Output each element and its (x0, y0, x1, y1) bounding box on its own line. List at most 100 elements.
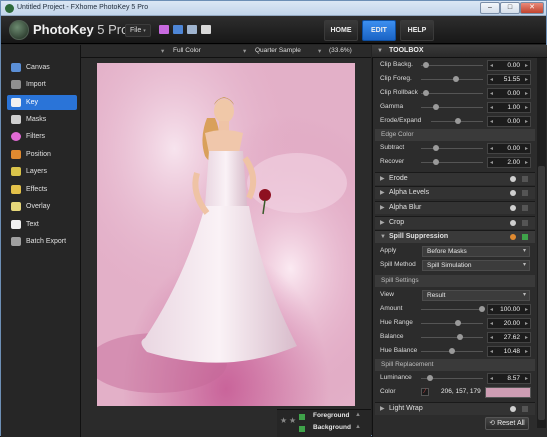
slider-track[interactable] (421, 107, 483, 108)
chevron-right-icon[interactable]: ▸ (525, 334, 528, 341)
value-field[interactable]: ◂ 0.00 ▸ (487, 143, 531, 154)
chevron-left-icon[interactable]: ◂ (490, 104, 493, 111)
new-project-icon[interactable] (159, 25, 169, 34)
sidebar-item-filters[interactable]: Filters (7, 129, 77, 144)
value-field[interactable]: ◂ 0.00 ▸ (487, 88, 531, 99)
view-select[interactable]: Result ▾ (422, 290, 530, 301)
zoom-level[interactable]: (33.6%) (329, 47, 352, 54)
chevron-right-icon[interactable]: ▸ (525, 118, 528, 125)
chevron-right-icon[interactable]: ▸ (525, 90, 528, 97)
sidebar-item-canvas[interactable]: Canvas (7, 60, 77, 75)
enable-checkbox[interactable] (522, 176, 528, 182)
open-project-icon[interactable] (173, 25, 183, 34)
value-field[interactable]: ◂ 1.00 ▸ (487, 102, 531, 113)
sidebar-item-position[interactable]: Position (7, 147, 77, 162)
close-button[interactable]: ✕ (520, 2, 544, 14)
sidebar-item-layers[interactable]: Layers (7, 164, 77, 179)
value-field[interactable]: ◂ 0.00 ▸ (487, 116, 531, 127)
slider-knob[interactable] (433, 159, 439, 165)
slider-knob[interactable] (433, 145, 439, 151)
slider-track[interactable] (421, 65, 483, 66)
reset-icon[interactable] (510, 406, 516, 412)
quality-select[interactable]: Quarter Sample (255, 47, 301, 54)
chevron-right-icon[interactable]: ▸ (525, 62, 528, 69)
slider-track[interactable] (421, 162, 483, 163)
reset-all-button[interactable]: ⟲ Reset All (485, 417, 529, 430)
slider-knob[interactable] (455, 320, 461, 326)
value-field[interactable]: ◂ 51.55 ▸ (487, 74, 531, 85)
slider-track[interactable] (421, 323, 483, 324)
section-alpha-levels[interactable]: ▶ Alpha Levels (375, 186, 535, 199)
color-swatch[interactable] (485, 387, 531, 398)
chevron-left-icon[interactable]: ◂ (490, 159, 493, 166)
slider-knob[interactable] (423, 90, 429, 96)
chevron-left-icon[interactable]: ◂ (490, 348, 493, 355)
chevron-right-icon[interactable]: ▸ (525, 306, 528, 313)
slider-knob[interactable] (433, 104, 439, 110)
value-field[interactable]: ◂ 100.00 ▸ (487, 304, 531, 315)
sidebar-item-overlay[interactable]: Overlay (7, 199, 77, 214)
save-project-icon[interactable] (187, 25, 197, 34)
reset-icon[interactable] (510, 205, 516, 211)
file-menu-button[interactable]: File ▾ (125, 24, 151, 37)
reset-icon[interactable] (510, 234, 516, 240)
chevron-right-icon[interactable]: ▸ (525, 375, 528, 382)
chevron-left-icon[interactable]: ◂ (490, 118, 493, 125)
chevron-left-icon[interactable]: ◂ (490, 306, 493, 313)
composite-preview-image[interactable] (97, 63, 355, 406)
section-light-wrap[interactable]: ▶ Light Wrap (375, 402, 535, 415)
reset-icon[interactable] (510, 190, 516, 196)
arrow-up-icon[interactable]: ▲ (355, 412, 361, 418)
sidebar-item-key[interactable]: Key (7, 95, 77, 110)
chevron-right-icon[interactable]: ▸ (525, 104, 528, 111)
reset-icon[interactable] (510, 176, 516, 182)
sidebar-item-import[interactable]: Import (7, 77, 77, 92)
layer-foreground[interactable]: Foreground (313, 412, 349, 419)
value-field[interactable]: ◂ 20.00 ▸ (487, 318, 531, 329)
arrow-up-icon[interactable]: ▲ (355, 424, 361, 430)
slider-knob[interactable] (457, 334, 463, 340)
background-visible-checkbox[interactable] (299, 426, 305, 432)
chevron-left-icon[interactable]: ◂ (490, 334, 493, 341)
slider-knob[interactable] (479, 306, 485, 312)
chevron-left-icon[interactable]: ◂ (490, 62, 493, 69)
apply-select[interactable]: Before Masks ▾ (422, 246, 530, 257)
foreground-visible-checkbox[interactable] (299, 414, 305, 420)
chevron-left-icon[interactable]: ◂ (490, 375, 493, 382)
chevron-left-icon[interactable]: ◂ (490, 145, 493, 152)
toolbox-scrollbar-thumb[interactable] (538, 166, 545, 420)
eyedropper-icon[interactable]: ⁄ (421, 388, 429, 396)
section-alpha-blur[interactable]: ▶ Alpha Blur (375, 201, 535, 214)
color-mode-select[interactable]: Full Color (173, 47, 201, 54)
chevron-right-icon[interactable]: ▸ (525, 159, 528, 166)
chevron-left-icon[interactable]: ◂ (490, 90, 493, 97)
nav-edit-button[interactable]: EDIT (362, 20, 396, 41)
slider-track[interactable] (421, 148, 483, 149)
value-field[interactable]: ◂ 0.00 ▸ (487, 60, 531, 71)
sidebar-item-batch-export[interactable]: Batch Export (7, 234, 77, 249)
print-icon[interactable] (201, 25, 211, 34)
slider-knob[interactable] (453, 76, 459, 82)
layer-background[interactable]: Background (313, 424, 351, 431)
chevron-right-icon[interactable]: ▸ (525, 76, 528, 83)
chevron-right-icon[interactable]: ▸ (525, 145, 528, 152)
value-field[interactable]: ◂ 10.48 ▸ (487, 346, 531, 357)
nav-home-button[interactable]: HOME (324, 20, 358, 41)
enable-checkbox[interactable] (522, 234, 528, 240)
slider-track[interactable] (421, 337, 483, 338)
star-icon[interactable]: ★ (289, 416, 296, 425)
chevron-left-icon[interactable]: ◂ (490, 76, 493, 83)
slider-track[interactable] (421, 309, 483, 310)
slider-knob[interactable] (449, 348, 455, 354)
reset-icon[interactable] (510, 220, 516, 226)
slider-track[interactable] (421, 79, 483, 80)
nav-help-button[interactable]: HELP (400, 20, 434, 41)
section-crop[interactable]: ▶ Crop (375, 216, 535, 229)
slider-knob[interactable] (423, 62, 429, 68)
slider-knob[interactable] (455, 118, 461, 124)
enable-checkbox[interactable] (522, 406, 528, 412)
sidebar-item-effects[interactable]: Effects (7, 182, 77, 197)
section-erode[interactable]: ▶ Erode (375, 172, 535, 185)
sidebar-item-text[interactable]: Text (7, 217, 77, 232)
value-field[interactable]: ◂ 2.00 ▸ (487, 157, 531, 168)
